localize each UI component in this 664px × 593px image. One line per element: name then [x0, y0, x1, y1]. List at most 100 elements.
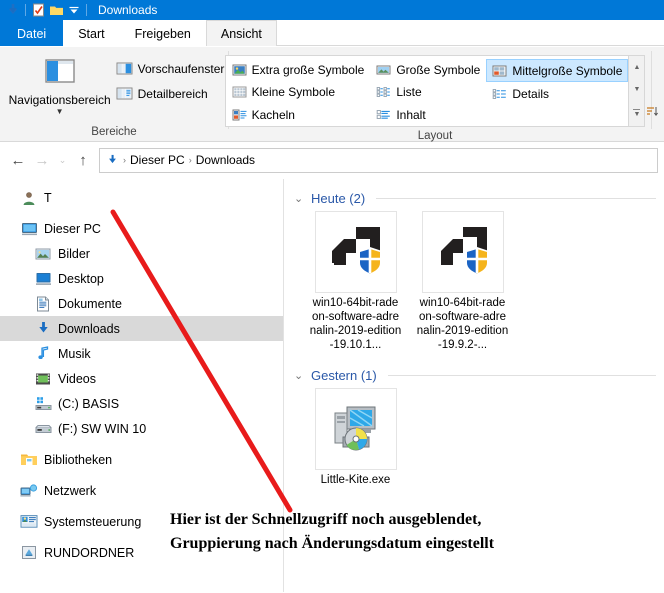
- sidebar-item-dokumente[interactable]: Dokumente: [0, 291, 283, 316]
- ribbon: Navigationsbereich ▼ Vorschaufenster Det…: [0, 47, 664, 142]
- sidebar-item-bibliotheken[interactable]: Bibliotheken: [0, 447, 283, 472]
- sidebar-label: Videos: [58, 371, 96, 386]
- file-thumbnail: [314, 388, 397, 470]
- desktop-icon: [34, 270, 52, 288]
- ribbon-group-layout: Extra große Symbole Kleine Symbole Kache…: [224, 47, 646, 142]
- gallery-scroll-down-icon[interactable]: ▼: [633, 86, 640, 93]
- amd-installer-icon: [326, 221, 386, 284]
- user-account-icon: [20, 189, 38, 207]
- group-header-heute[interactable]: ⌄ Heute (2): [294, 187, 664, 209]
- new-folder-icon[interactable]: [47, 1, 65, 19]
- sidebar-item-bilder[interactable]: Bilder: [0, 241, 283, 266]
- back-button[interactable]: ←: [6, 148, 30, 172]
- details-icon: [492, 87, 507, 101]
- group-header-gestern[interactable]: ⌄ Gestern (1): [294, 364, 664, 386]
- ribbon-group-label-bereiche: Bereiche: [91, 126, 137, 138]
- file-item[interactable]: Little-Kite.exe: [308, 388, 403, 487]
- breadcrumb-separator-1[interactable]: ›: [189, 155, 192, 165]
- libraries-icon: [20, 451, 38, 469]
- sidebar-label: (F:) SW WIN 10: [58, 421, 147, 436]
- folder-shortcut-icon: [20, 544, 38, 562]
- sidebar-label: Bibliotheken: [44, 452, 113, 467]
- sidebar-item-t[interactable]: T: [0, 185, 283, 210]
- navigation-pane-button[interactable]: Navigationsbereich ▼: [4, 51, 116, 116]
- navigation-pane-icon: [37, 57, 83, 91]
- preview-pane-button[interactable]: Vorschaufenster: [116, 61, 224, 76]
- view-extra-large-icons[interactable]: Extra große Symbole: [226, 59, 371, 81]
- tab-datei[interactable]: Datei: [0, 20, 64, 46]
- breadcrumb-separator-0[interactable]: ›: [123, 155, 126, 165]
- view-details[interactable]: Details: [486, 82, 628, 105]
- medium-icons-icon: [492, 64, 507, 78]
- details-pane-button[interactable]: Detailbereich: [116, 86, 225, 101]
- sidebar-item-c-basis[interactable]: (C:) BASIS: [0, 391, 283, 416]
- customize-quick-access-chevron-icon[interactable]: [65, 1, 83, 19]
- chevron-down-icon[interactable]: ⌄: [294, 192, 306, 205]
- sidebar-item-musik[interactable]: Musik: [0, 341, 283, 366]
- tab-ansicht[interactable]: Ansicht: [205, 20, 277, 46]
- view-list[interactable]: Liste: [370, 81, 486, 103]
- view-list-label: Liste: [396, 85, 422, 100]
- sort-by-icon[interactable]: [646, 105, 660, 119]
- downloads-icon: [34, 320, 52, 338]
- file-row-gestern: Little-Kite.exe: [294, 388, 664, 487]
- file-thumbnail: [314, 211, 397, 293]
- sidebar-item-netzwerk[interactable]: Netzwerk: [0, 478, 283, 503]
- view-small-icons-label: Kleine Symbole: [251, 85, 335, 100]
- sidebar-label: T: [44, 190, 52, 205]
- extra-large-icons-icon: [232, 63, 247, 77]
- group-rule: [376, 197, 656, 199]
- gallery-scroll-up-icon[interactable]: ▲: [633, 64, 640, 71]
- sidebar-item-videos[interactable]: Videos: [0, 366, 283, 391]
- file-item[interactable]: win10-64bit-radeon-software-adrenalin-20…: [308, 211, 403, 352]
- chevron-down-icon[interactable]: ⌄: [294, 369, 306, 382]
- titlebar-divider-1: [25, 4, 26, 16]
- tiles-icon: [232, 108, 247, 122]
- forward-button[interactable]: →: [30, 148, 54, 172]
- sidebar-item-f-sw-win-10[interactable]: (F:) SW WIN 10: [0, 416, 283, 441]
- sidebar-label: Dokumente: [58, 296, 122, 311]
- sidebar-label: Systemsteuerung: [44, 514, 142, 529]
- file-item[interactable]: win10-64bit-radeon-software-adrenalin-20…: [415, 211, 510, 352]
- properties-icon[interactable]: [29, 1, 47, 19]
- chevron-down-icon[interactable]: ▼: [56, 108, 64, 116]
- titlebar-divider-2: [86, 4, 87, 16]
- breadcrumb-dieser-pc[interactable]: Dieser PC: [130, 153, 185, 167]
- control-panel-icon: [20, 513, 38, 531]
- view-medium-icons-label: Mittelgroße Symbole: [512, 63, 623, 78]
- sidebar-item-dieser-pc[interactable]: Dieser PC: [0, 216, 283, 241]
- window-title: Downloads: [98, 3, 158, 17]
- view-medium-icons[interactable]: Mittelgroße Symbole: [486, 59, 629, 82]
- layout-gallery-scrollbar[interactable]: ▲ ▼ ▼: [628, 56, 645, 126]
- sidebar-item-downloads[interactable]: Downloads: [0, 316, 283, 341]
- view-large-icons[interactable]: Große Symbole: [370, 59, 486, 81]
- recent-locations-button[interactable]: ⌄: [54, 148, 71, 172]
- group-title: Gestern (1): [311, 367, 377, 383]
- breadcrumb-downloads[interactable]: Downloads: [196, 153, 255, 167]
- download-arrow-icon[interactable]: [4, 1, 22, 19]
- view-tiles[interactable]: Kacheln: [226, 104, 371, 126]
- network-icon: [20, 482, 38, 500]
- gallery-expand-icon[interactable]: ▼: [633, 109, 641, 118]
- sidebar-item-desktop[interactable]: Desktop: [0, 266, 283, 291]
- sidebar-label: Desktop: [58, 271, 104, 286]
- group-rule: [387, 374, 656, 376]
- layout-column-3: Mittelgroße Symbole Details: [486, 56, 629, 126]
- tabstrip-filler: [276, 20, 664, 46]
- download-arrow-icon: [106, 154, 119, 167]
- tab-freigeben[interactable]: Freigeben: [120, 20, 206, 46]
- layout-column-1: Extra große Symbole Kleine Symbole Kache…: [226, 56, 371, 126]
- setup-program-icon: [325, 399, 387, 460]
- tab-start[interactable]: Start: [63, 20, 119, 46]
- address-bar[interactable]: › Dieser PC › Downloads: [99, 147, 658, 173]
- details-pane-icon: [116, 86, 133, 101]
- view-content[interactable]: Inhalt: [370, 104, 486, 126]
- annotation-text: Hier ist der Schnellzugriff noch ausgebl…: [170, 508, 640, 556]
- navigation-pane-label: Navigationsbereich: [8, 93, 111, 107]
- view-small-icons[interactable]: Kleine Symbole: [226, 81, 371, 103]
- videos-icon: [34, 370, 52, 388]
- address-bar-row: ← → ⌄ ↑ › Dieser PC › Downloads: [0, 142, 664, 179]
- up-button[interactable]: ↑: [71, 148, 95, 172]
- file-name: win10-64bit-radeon-software-adrenalin-20…: [309, 297, 402, 351]
- view-details-label: Details: [512, 86, 550, 101]
